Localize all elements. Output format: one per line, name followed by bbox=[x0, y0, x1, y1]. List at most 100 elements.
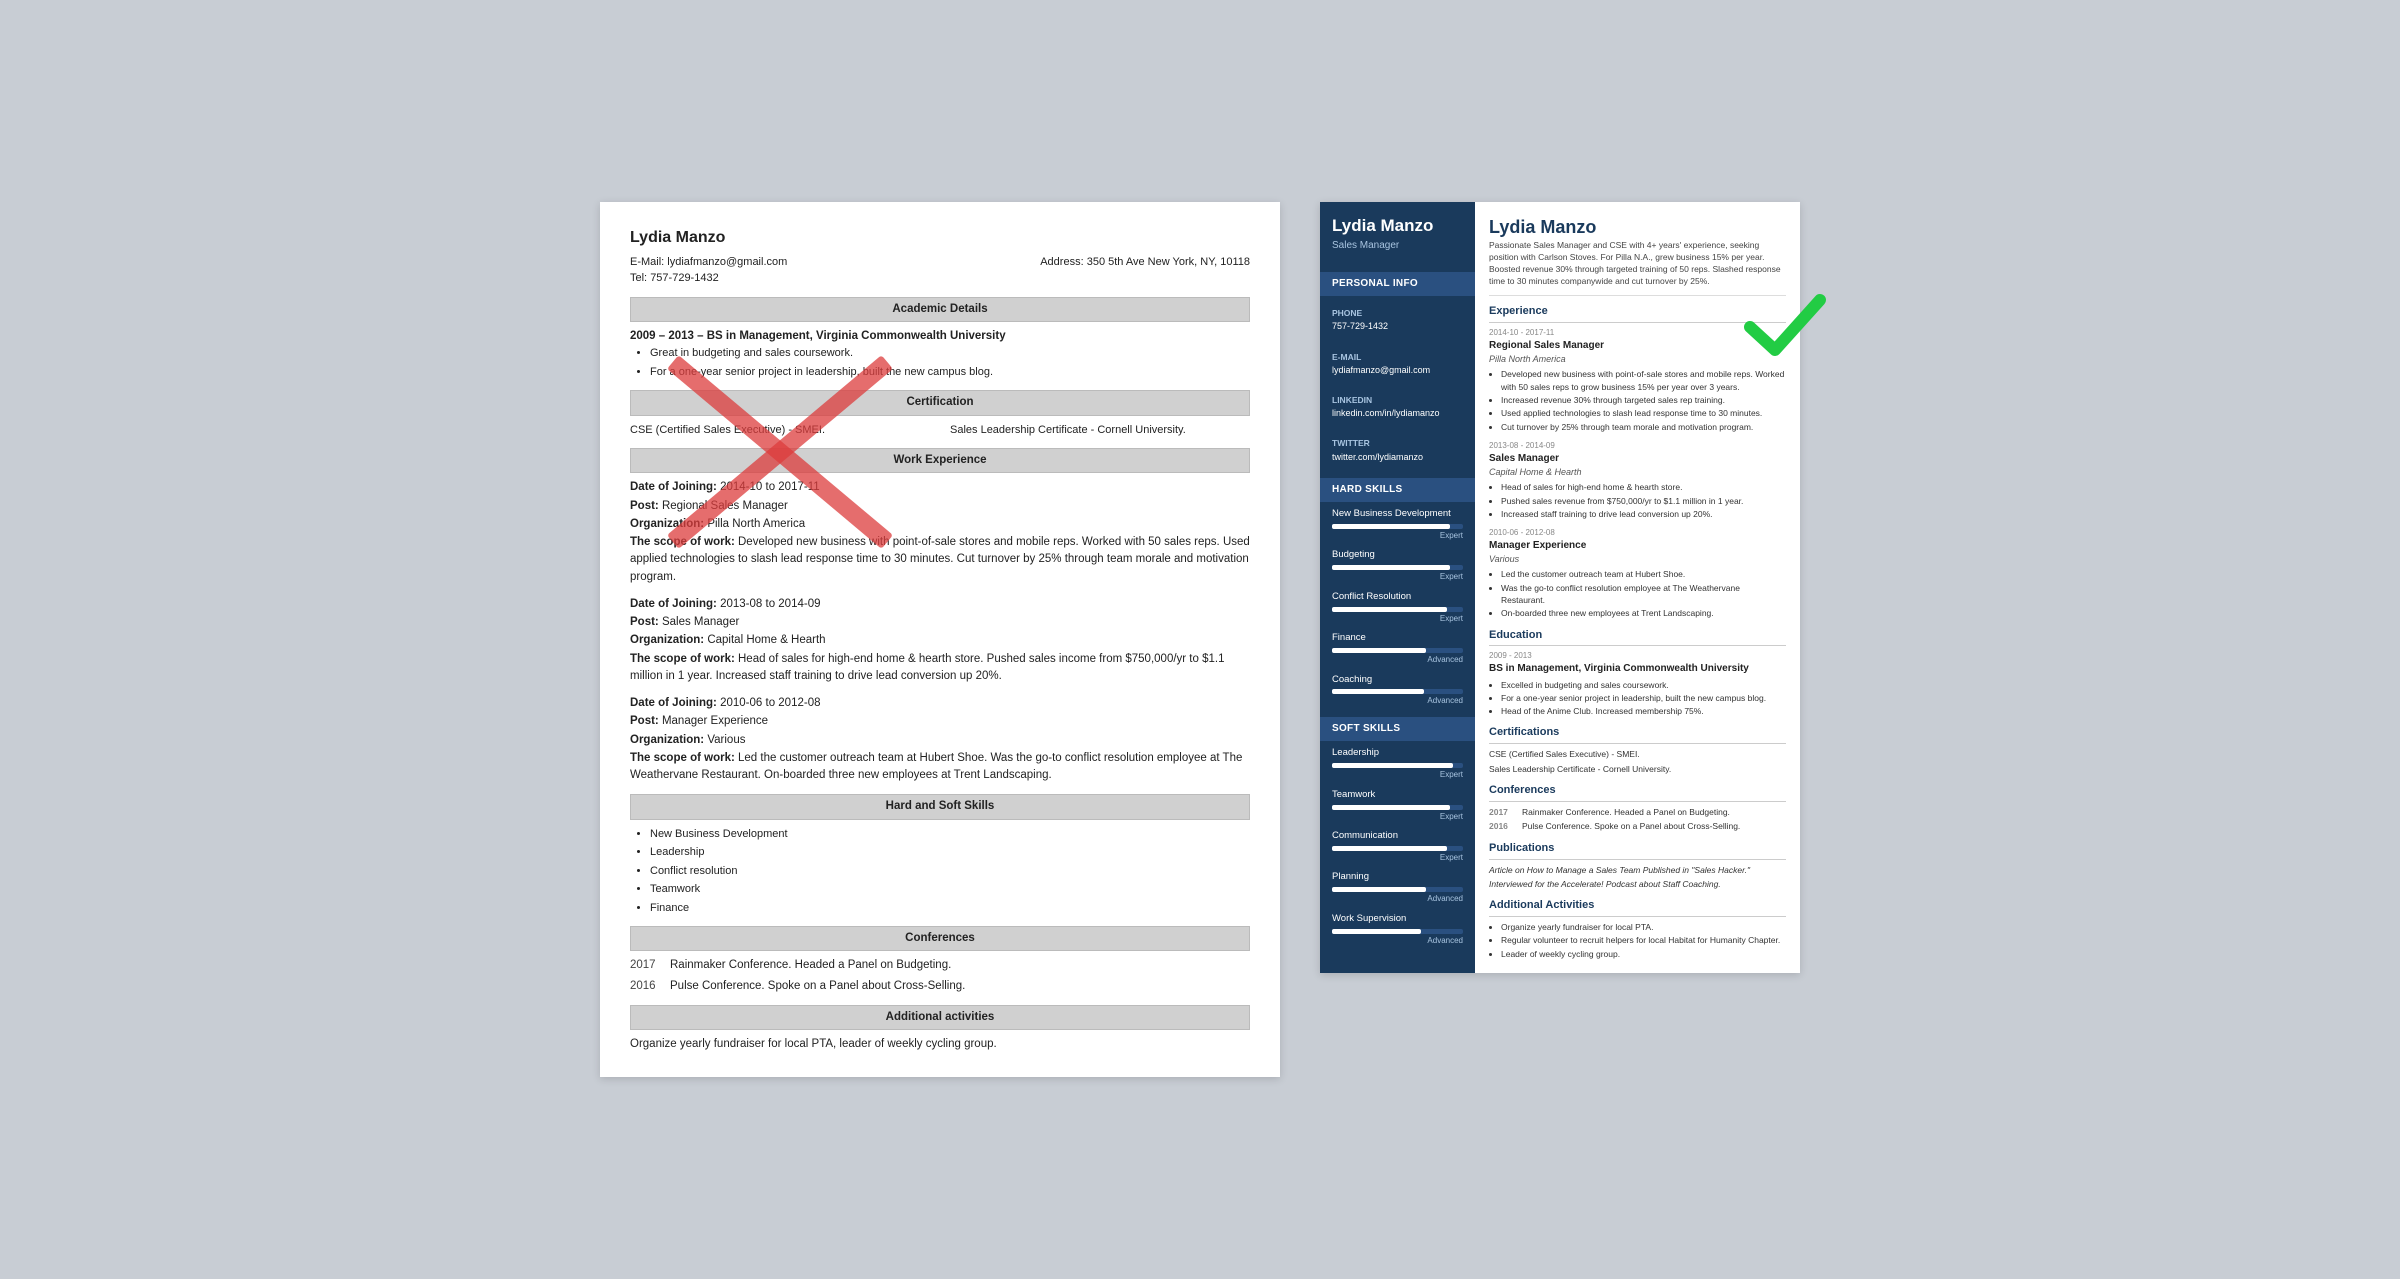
work-entry-2: Date of Joining: 2010-06 to 2012-08 Post… bbox=[630, 695, 1250, 784]
exp-entry-1: 2013-08 - 2014-09 Sales Manager Capital … bbox=[1489, 440, 1786, 520]
exp-1-b0: Head of sales for high-end home & hearth… bbox=[1501, 481, 1786, 493]
email-value: lydiafmanzo@gmail.com bbox=[667, 256, 787, 268]
hard-skills-list: New Business Development Expert Budgetin… bbox=[1320, 502, 1475, 709]
resume-sidebar: Lydia Manzo Sales Manager Personal Info … bbox=[1320, 202, 1475, 973]
soft-skill-3: Planning Advanced bbox=[1320, 865, 1475, 906]
edu-b2: Head of the Anime Club. Increased member… bbox=[1501, 705, 1786, 717]
date-label-1: Date of Joining: bbox=[630, 598, 717, 610]
hard-skill-1: Budgeting Expert bbox=[1320, 543, 1475, 584]
exp-entry-0: 2014-10 - 2017-11 Regional Sales Manager… bbox=[1489, 327, 1786, 433]
exp-entry-2: 2010-06 - 2012-08 Manager Experience Var… bbox=[1489, 527, 1786, 619]
org-label-0: Organization: bbox=[630, 518, 704, 530]
exp-2-b1: Was the go-to conflict resolution employ… bbox=[1501, 582, 1786, 607]
right-conf-1: 2016 Pulse Conference. Spoke on a Panel … bbox=[1489, 820, 1786, 832]
pub-0: Article on How to Manage a Sales Team Pu… bbox=[1489, 864, 1786, 876]
post-2: Manager Experience bbox=[662, 715, 768, 727]
sidebar-linkedin: LinkedIn linkedin.com/in/lydiamanzo bbox=[1320, 383, 1475, 426]
scope-label-1: The scope of work: bbox=[630, 653, 735, 665]
exp-0-b2: Used applied technologies to slash lead … bbox=[1501, 407, 1786, 419]
address-label: Address: bbox=[1040, 256, 1083, 268]
skills-section-header: Hard and Soft Skills bbox=[630, 794, 1250, 819]
sidebar-soft-skills-section: Soft Skills bbox=[1320, 717, 1475, 742]
exp-0-b0: Developed new business with point-of-sal… bbox=[1501, 368, 1786, 393]
soft-skills-list: Leadership Expert Teamwork Expert Commun… bbox=[1320, 741, 1475, 948]
skills-list: New Business Development Leadership Conf… bbox=[650, 826, 1250, 917]
conf-year-1: 2016 bbox=[630, 978, 660, 995]
conf-desc-1: Pulse Conference. Spoke on a Panel about… bbox=[670, 978, 965, 995]
right-cert-1: Sales Leadership Certificate - Cornell U… bbox=[1489, 763, 1786, 775]
post-0: Regional Sales Manager bbox=[662, 500, 788, 512]
pub-title: Publications bbox=[1489, 841, 1786, 860]
skill-4: Finance bbox=[650, 900, 1250, 917]
right-cert-0: CSE (Certified Sales Executive) - SMEI. bbox=[1489, 748, 1786, 760]
resume-right: Lydia Manzo Sales Manager Personal Info … bbox=[1320, 202, 1800, 973]
dates-2: 2010-06 to 2012-08 bbox=[720, 697, 820, 709]
academic-section-header: Academic Details bbox=[630, 297, 1250, 322]
conf-title: Conferences bbox=[1489, 783, 1786, 802]
skill-3: Teamwork bbox=[650, 881, 1250, 898]
work-entry-0: Date of Joining: 2014-10 to 2017-11 Post… bbox=[630, 479, 1250, 586]
contact-row: E-Mail: lydiafmanzo@gmail.com Tel: 757-7… bbox=[630, 254, 1250, 287]
activity-text: Organize yearly fundraiser for local PTA… bbox=[630, 1036, 1250, 1053]
edu-bullets: Great in budgeting and sales coursework.… bbox=[650, 345, 1250, 380]
work-section-header: Work Experience bbox=[630, 448, 1250, 473]
conf-desc-0: Rainmaker Conference. Headed a Panel on … bbox=[670, 957, 951, 974]
edu-b1: For a one-year senior project in leaders… bbox=[1501, 692, 1786, 704]
right-conf-0: 2017 Rainmaker Conference. Headed a Pane… bbox=[1489, 806, 1786, 818]
org-1: Capital Home & Hearth bbox=[707, 634, 825, 646]
skill-1: Leadership bbox=[650, 844, 1250, 861]
dates-0: 2014-10 to 2017-11 bbox=[720, 481, 820, 493]
cert-section-header: Certification bbox=[630, 390, 1250, 415]
soft-skill-0: Leadership Expert bbox=[1320, 741, 1475, 782]
org-label-2: Organization: bbox=[630, 734, 704, 746]
conf-year-0: 2017 bbox=[630, 957, 660, 974]
edu-entry: 2009 – 2013 – BS in Management, Virginia… bbox=[630, 328, 1250, 380]
exp-2-b2: On-boarded three new employees at Trent … bbox=[1501, 607, 1786, 619]
pub-1: Interviewed for the Accelerate! Podcast … bbox=[1489, 878, 1786, 890]
right-name: Lydia Manzo bbox=[1489, 214, 1786, 240]
left-name: Lydia Manzo bbox=[630, 226, 1250, 250]
resume-left: Lydia Manzo E-Mail: lydiafmanzo@gmail.co… bbox=[600, 202, 1280, 1078]
org-2: Various bbox=[707, 734, 745, 746]
sidebar-header: Lydia Manzo Sales Manager bbox=[1320, 202, 1475, 264]
sidebar-phone: Phone 757-729-1432 bbox=[1320, 296, 1475, 339]
soft-skill-4: Work Supervision Advanced bbox=[1320, 907, 1475, 948]
org-0: Pilla North America bbox=[707, 518, 805, 530]
exp-0-b3: Cut turnover by 25% through team morale … bbox=[1501, 421, 1786, 433]
hard-skill-2: Conflict Resolution Expert bbox=[1320, 585, 1475, 626]
sidebar-name: Lydia Manzo bbox=[1332, 216, 1463, 236]
sidebar-email: E-mail lydiafmanzo@gmail.com bbox=[1320, 340, 1475, 383]
exp-0-b1: Increased revenue 30% through targeted s… bbox=[1501, 394, 1786, 406]
work-entry-1: Date of Joining: 2013-08 to 2014-09 Post… bbox=[630, 596, 1250, 685]
act-1: Regular volunteer to recruit helpers for… bbox=[1501, 934, 1786, 946]
hard-skill-4: Coaching Advanced bbox=[1320, 668, 1475, 709]
post-1: Sales Manager bbox=[662, 616, 739, 628]
email-label: E-Mail: bbox=[630, 256, 664, 268]
activities-title: Additional Activities bbox=[1489, 898, 1786, 917]
exp-1-b2: Increased staff training to drive lead c… bbox=[1501, 508, 1786, 520]
tel-value: 757-729-1432 bbox=[650, 272, 719, 284]
date-label-2: Date of Joining: bbox=[630, 697, 717, 709]
cert-0: CSE (Certified Sales Executive) - SMEI. bbox=[630, 422, 930, 439]
post-label-1: Post: bbox=[630, 616, 659, 628]
date-label-0: Date of Joining: bbox=[630, 481, 717, 493]
conf-section-header: Conferences bbox=[630, 926, 1250, 951]
conf-entry-0: 2017 Rainmaker Conference. Headed a Pane… bbox=[630, 957, 1250, 974]
main-content: Lydia Manzo Passionate Sales Manager and… bbox=[1475, 202, 1800, 973]
tel-label: Tel: bbox=[630, 272, 647, 284]
post-label-2: Post: bbox=[630, 715, 659, 727]
skill-2: Conflict resolution bbox=[650, 863, 1250, 880]
activities-section-header: Additional activities bbox=[630, 1005, 1250, 1030]
main-container: Lydia Manzo E-Mail: lydiafmanzo@gmail.co… bbox=[100, 202, 2300, 1078]
summary-text: Passionate Sales Manager and CSE with 4+… bbox=[1489, 240, 1786, 297]
cert-1: Sales Leadership Certificate - Cornell U… bbox=[950, 422, 1250, 439]
scope-label-0: The scope of work: bbox=[630, 536, 735, 548]
soft-skill-1: Teamwork Expert bbox=[1320, 783, 1475, 824]
sidebar-personal-section: Personal Info bbox=[1320, 272, 1475, 297]
act-bullets: Organize yearly fundraiser for local PTA… bbox=[1501, 921, 1786, 960]
hard-skill-0: New Business Development Expert bbox=[1320, 502, 1475, 543]
dates-1: 2013-08 to 2014-09 bbox=[720, 598, 820, 610]
skill-0: New Business Development bbox=[650, 826, 1250, 843]
edu-entry-right-0: 2009 - 2013 BS in Management, Virginia C… bbox=[1489, 650, 1786, 717]
hard-skill-3: Finance Advanced bbox=[1320, 626, 1475, 667]
